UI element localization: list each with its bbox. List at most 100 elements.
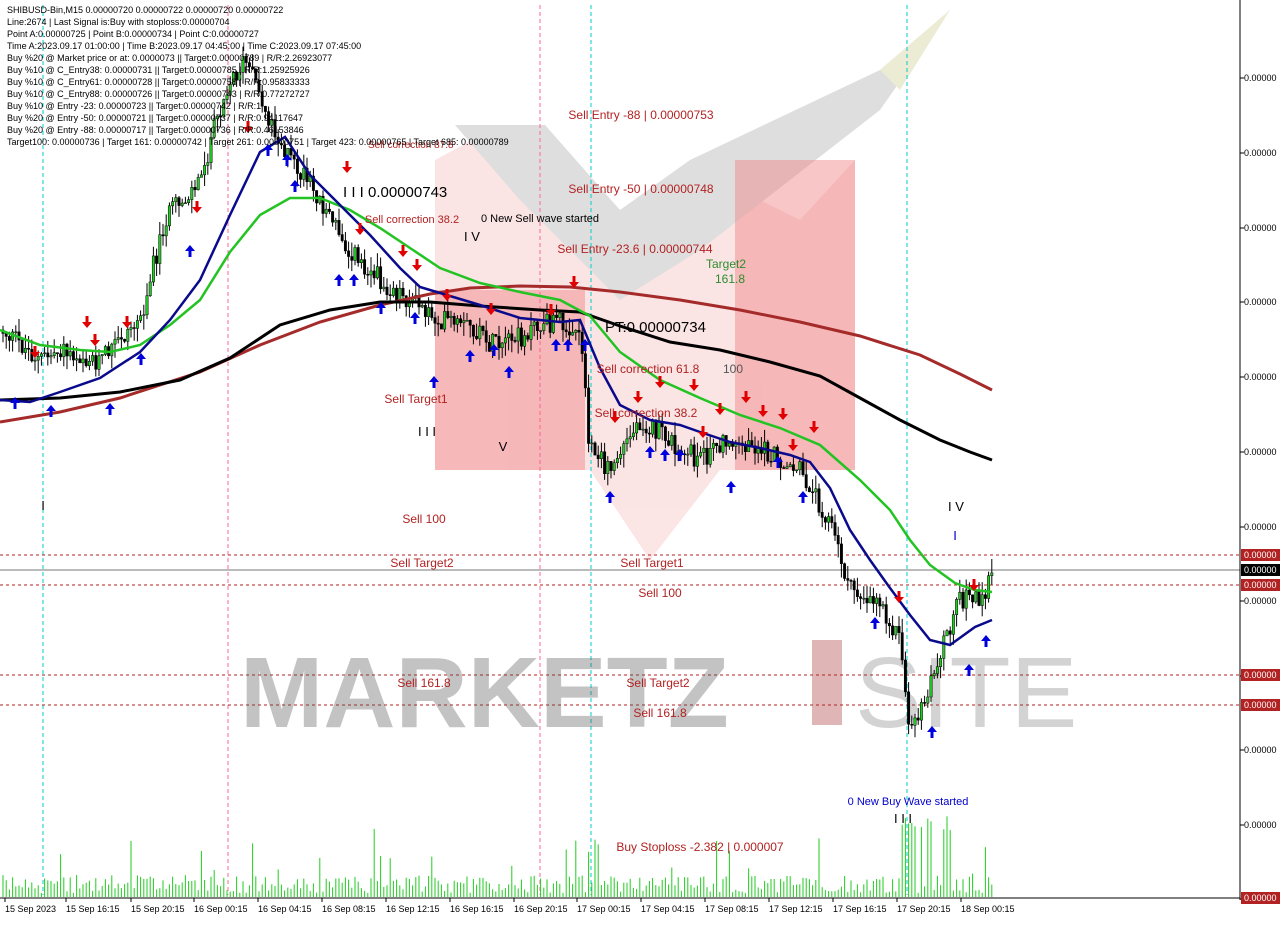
candle-body: [353, 247, 357, 261]
candle-body: [23, 348, 27, 353]
time-tick-label: 17 Sep 12:15: [769, 904, 823, 914]
candle-body: [903, 659, 907, 693]
candle-body: [791, 464, 795, 471]
wave-iii-a: I I I: [418, 424, 436, 439]
candle-body: [465, 320, 469, 322]
candle-body: [129, 327, 133, 330]
candle-body: [977, 591, 981, 606]
candle-body: [833, 522, 837, 536]
price-tick-label: 0.00000: [1244, 297, 1277, 307]
candle-body: [135, 320, 139, 329]
candle-body: [609, 461, 613, 471]
wave-iv-mid: I V: [464, 229, 480, 244]
candle-body: [782, 467, 786, 469]
candle-body: [900, 632, 904, 661]
candle-body: [590, 442, 594, 445]
candle-body: [686, 453, 690, 456]
price-tick-label: 0.00000: [1244, 148, 1277, 158]
candle-body: [471, 324, 475, 337]
candle-body: [97, 355, 101, 370]
candle-body: [359, 259, 363, 264]
sell-entry-88-label: Sell Entry -88 | 0.00000753: [568, 108, 714, 122]
candle-body: [961, 591, 965, 609]
candle-body: [158, 234, 162, 264]
candle-body: [980, 594, 984, 606]
candle-body: [939, 658, 943, 667]
candle-body: [785, 466, 789, 469]
wave-i-left: I: [41, 498, 45, 513]
sell-correction-61-label: Sell correction 61.8: [597, 362, 700, 376]
candle-body: [567, 331, 571, 336]
candle-body: [494, 334, 498, 337]
sell-zone-right: [735, 160, 855, 470]
candle-body: [452, 316, 456, 325]
candle-body: [657, 421, 661, 439]
candle-body: [180, 202, 184, 206]
time-tick-label: 16 Sep 12:15: [386, 904, 440, 914]
candle-body: [206, 162, 210, 166]
candle-body: [87, 360, 91, 367]
candle-body: [363, 259, 367, 275]
candle-body: [343, 240, 347, 252]
time-tick-label: 16 Sep 00:15: [194, 904, 248, 914]
time-tick-label: 17 Sep 08:15: [705, 904, 759, 914]
candle-body: [628, 436, 632, 440]
candle-body: [513, 340, 517, 342]
candle-body: [302, 167, 306, 180]
new-buy-wave-label: 0 New Buy Wave started: [848, 796, 969, 808]
candle-body: [526, 335, 530, 340]
sell-161-a-label: Sell 161.8: [397, 676, 451, 690]
candle-body: [263, 106, 267, 112]
candle-body: [167, 205, 171, 227]
info-line: Target100: 0.00000736 | Target 161: 0.00…: [7, 137, 509, 147]
price-tick-label: 0.00000: [1244, 522, 1277, 532]
candle-body: [881, 604, 885, 607]
wave-v-a: V: [499, 439, 508, 454]
time-tick-label: 17 Sep 00:15: [577, 904, 631, 914]
target2-label: Target2: [706, 257, 746, 271]
buy-stoploss-label: Buy Stoploss -2.382 | 0.000007: [616, 840, 784, 854]
candle-body: [606, 461, 610, 474]
price-tick-label: 0.00000: [1244, 447, 1277, 457]
candle-body: [65, 343, 69, 357]
candle-body: [542, 323, 546, 331]
candle-body: [647, 432, 651, 435]
candle-body: [702, 447, 706, 453]
candle-body: [84, 358, 88, 367]
candle-body: [385, 286, 389, 295]
info-line: Time A:2023.09.17 01:00:00 | Time B:2023…: [7, 41, 362, 51]
candle-body: [692, 444, 696, 467]
candle-body: [174, 197, 178, 202]
candle-body: [971, 594, 975, 603]
candle-body: [667, 440, 671, 446]
candle-body: [865, 597, 869, 604]
info-line: SHIBUSD-Bin,M15 0.00000720 0.00000722 0.…: [7, 5, 284, 15]
candle-body: [859, 596, 863, 599]
candle-body: [430, 307, 434, 318]
price-highlight-label: 0.00000: [1244, 700, 1277, 710]
candle-body: [891, 625, 895, 636]
candle-body: [94, 355, 98, 370]
candle-body: [955, 599, 959, 616]
candle-body: [718, 445, 722, 453]
candle-body: [484, 330, 488, 343]
candle-body: [59, 353, 63, 358]
candle-body: [811, 491, 815, 494]
candle-body: [654, 419, 658, 439]
candle-body: [39, 353, 43, 357]
hundred-label: 100: [723, 362, 743, 376]
candle-body: [100, 354, 104, 357]
candle-body: [443, 311, 447, 330]
candle-body: [935, 666, 939, 674]
info-line: Buy %10 @ C_Entry38: 0.00000731 || Targe…: [7, 65, 310, 75]
candle-body: [571, 332, 575, 336]
candle-body: [932, 673, 936, 677]
candle-body: [199, 174, 203, 178]
candle-body: [875, 597, 879, 604]
info-line: Buy %10 @ C_Entry61: 0.00000728 || Targe…: [7, 77, 310, 87]
candle-body: [868, 596, 872, 604]
candle-body: [599, 451, 603, 459]
candle-body: [644, 428, 648, 434]
candle-body: [391, 287, 395, 296]
candle-body: [113, 339, 117, 345]
